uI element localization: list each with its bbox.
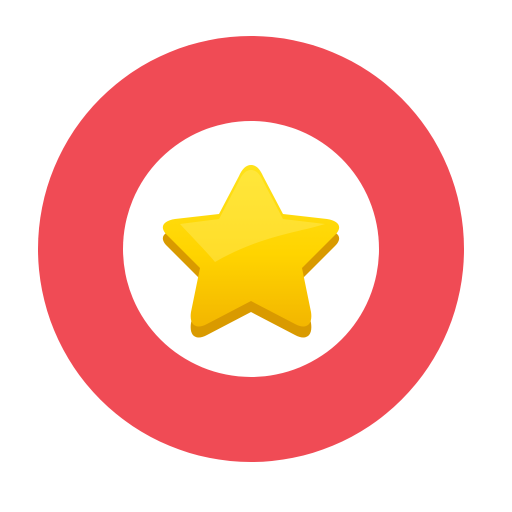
badge-graphic [38, 36, 464, 462]
star-badge-icon [0, 0, 512, 512]
